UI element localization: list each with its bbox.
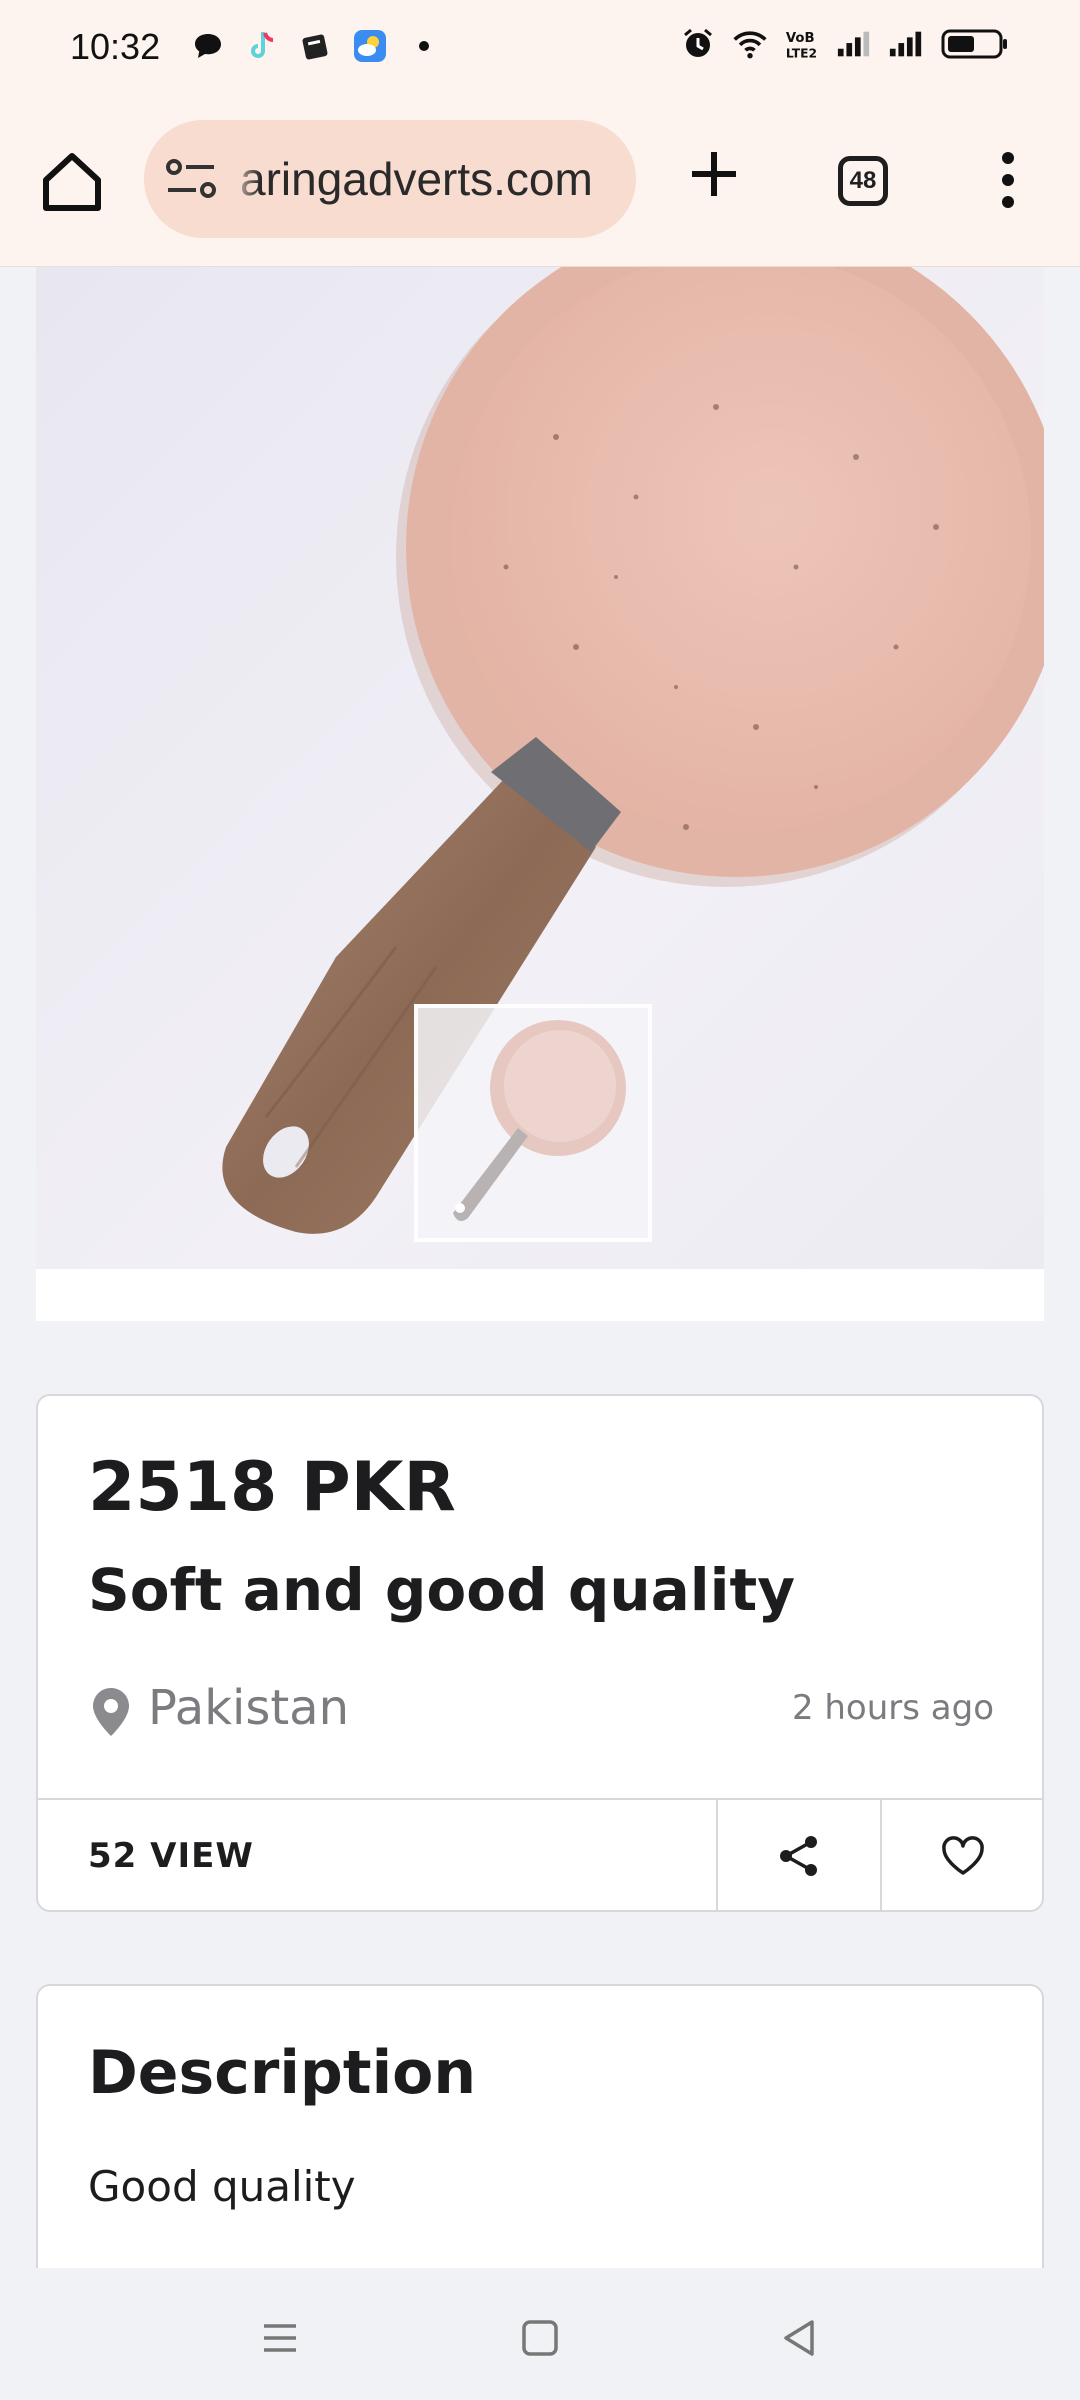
chat-bubble-icon [190, 28, 226, 64]
alarm-icon [680, 26, 716, 62]
home-button[interactable] [36, 146, 108, 218]
wifi-icon [732, 26, 768, 62]
plus-icon [692, 152, 736, 196]
system-nav-bar [0, 2268, 1080, 2400]
price: 2518 PKR [88, 1448, 456, 1527]
listing-title: Soft and good quality [88, 1556, 796, 1624]
status-time: 10:32 [70, 26, 161, 67]
signal-icon [888, 26, 924, 62]
url-text: aringadverts.com [240, 153, 593, 205]
tabs-button[interactable]: 48 [838, 156, 888, 206]
listing-info-card: 2518 PKR Soft and good quality Pakistan … [36, 1394, 1044, 1912]
menu-icon [264, 2324, 296, 2352]
notification-icons [190, 28, 442, 64]
more-options-button[interactable] [988, 148, 1028, 212]
status-bar: 10:32 VoB LTE2 [0, 0, 1080, 98]
svg-text:VoB: VoB [786, 31, 815, 46]
home-nav-button[interactable] [510, 2308, 570, 2368]
description-body: Good quality [88, 2162, 356, 2211]
back-triangle-icon [784, 2320, 814, 2356]
signal-icon [836, 26, 872, 62]
view-count: 52 VIEW [88, 1836, 254, 1876]
svg-text:LTE2: LTE2 [786, 46, 817, 60]
system-icons: VoB LTE2 [680, 26, 1010, 62]
browser-toolbar: aringadverts.com 48 [0, 98, 1080, 267]
weather-app-icon [352, 28, 388, 64]
favorite-button[interactable] [880, 1800, 1044, 1912]
dot-icon [406, 28, 442, 64]
back-nav-button[interactable] [770, 2308, 830, 2368]
more-vert-icon [1002, 152, 1014, 208]
posted-time: 2 hours ago [791, 1688, 994, 1728]
home-icon [43, 153, 101, 211]
heart-icon [942, 1836, 984, 1875]
address-bar[interactable]: aringadverts.com [144, 120, 636, 238]
book-app-icon [298, 28, 334, 64]
location-text: Pakistan [148, 1680, 349, 1736]
share-button[interactable] [716, 1800, 880, 1912]
description-card: Description Good quality [36, 1984, 1044, 2284]
image-thumbnail[interactable] [414, 1004, 652, 1242]
recent-apps-button[interactable] [250, 2308, 310, 2368]
image-footer [36, 1269, 1044, 1321]
tiktok-icon [244, 28, 280, 64]
battery-icon [940, 26, 1010, 62]
new-tab-button[interactable] [686, 146, 742, 202]
location-pin-icon [93, 1688, 129, 1736]
url-fade [230, 120, 260, 238]
site-info-icon[interactable] [166, 158, 218, 200]
share-icon [780, 1836, 817, 1876]
thumbnail-photo [453, 1020, 626, 1222]
description-heading: Description [88, 2038, 477, 2108]
home-square-icon [522, 2320, 558, 2356]
volte-icon: VoB LTE2 [784, 26, 820, 62]
